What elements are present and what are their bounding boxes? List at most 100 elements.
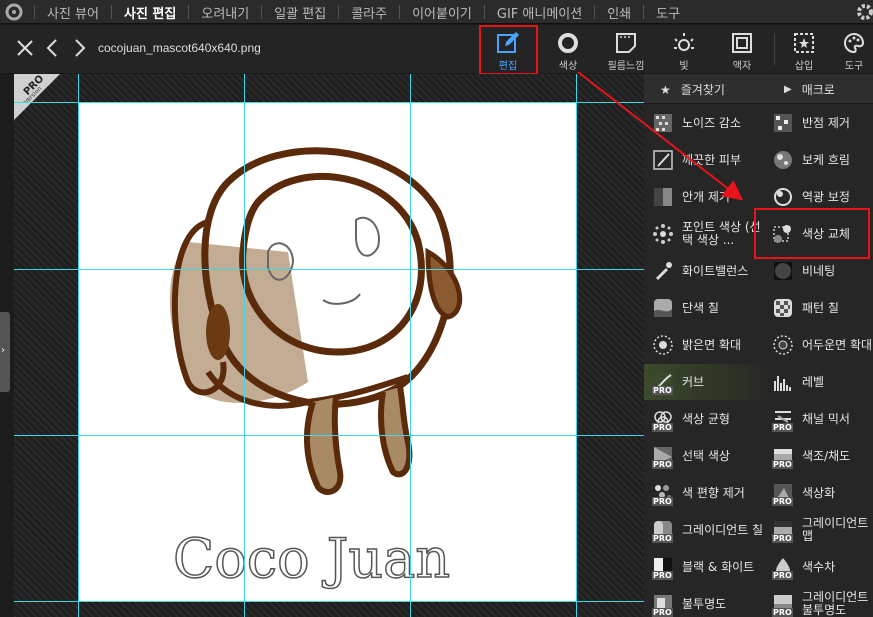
filter-item[interactable]: PRO 색수차 <box>772 549 873 585</box>
colorize-icon: PRO <box>772 482 794 506</box>
gradient-opacity-icon: PRO <box>772 593 794 617</box>
color-balance-icon: PRO <box>652 408 674 432</box>
pro-tag: PRO <box>772 423 793 432</box>
guide-vertical[interactable] <box>576 74 577 617</box>
macro-tab[interactable]: ▶ 매크로 <box>784 81 835 98</box>
photo-image[interactable]: Coco Juan <box>78 102 577 601</box>
panel-header: ★ 즐겨찾기 ▶ 매크로 <box>644 74 873 104</box>
hue-saturation-icon: PRO <box>772 445 794 469</box>
tool-color-label: 색상 <box>558 61 578 72</box>
filter-label: 비네팅 <box>802 263 836 278</box>
filter-item[interactable]: PRO 색상화 <box>772 475 873 511</box>
menu-items: 사진 뷰어 사진 편집 오려내기 일괄 편집 콜라주 이어붙이기 GIF 애니메… <box>34 0 692 24</box>
filter-label: 역광 보정 <box>802 189 850 204</box>
close-icon[interactable] <box>14 37 36 59</box>
filter-label: 색수차 <box>802 559 836 574</box>
filter-item[interactable]: 보케 흐림 <box>772 142 873 178</box>
filter-label: 깨끗한 피부 <box>682 152 742 167</box>
pro-tag: PRO <box>652 608 673 617</box>
next-arrow-icon[interactable] <box>68 37 90 59</box>
menu-item-photo-edit[interactable]: 사진 편집 <box>112 3 188 22</box>
channel-mixer-icon: PRO <box>772 408 794 432</box>
pattern-fill-icon <box>772 297 794 319</box>
guide-vertical[interactable] <box>244 74 245 617</box>
guide-horizontal[interactable] <box>14 102 644 103</box>
filter-item[interactable]: PRO 불투명도 <box>652 586 770 617</box>
annotation-highlight-color-replace <box>754 208 870 259</box>
filter-item[interactable]: PRO 색 편향 제거 <box>652 475 770 511</box>
guide-horizontal[interactable] <box>14 435 644 436</box>
guide-vertical[interactable] <box>78 74 79 617</box>
tool-film[interactable]: 필름느낌 <box>598 28 654 72</box>
menu-item-photo-viewer[interactable]: 사진 뷰어 <box>35 3 111 22</box>
noise-icon <box>652 112 674 134</box>
filter-item[interactable]: PRO 블랙 & 화이트 <box>652 549 770 585</box>
guide-horizontal[interactable] <box>14 269 644 270</box>
filter-item[interactable]: 단색 칠 <box>652 290 770 326</box>
filter-label: 그레이디언트 불투명도 <box>802 590 869 617</box>
filter-item[interactable]: 화이트밸런스 <box>652 253 770 289</box>
tool-tools-label: 도구 <box>844 61 864 72</box>
pro-tag: PRO <box>772 608 793 617</box>
filter-item[interactable]: PRO 색조/채도 <box>772 438 873 474</box>
filter-item[interactable]: PRO 그레이디언트 맵 <box>772 512 873 548</box>
menu-item-cutout[interactable]: 오려내기 <box>189 3 261 22</box>
menu-item-batch-edit[interactable]: 일괄 편집 <box>262 3 338 22</box>
toolbar-separator <box>774 33 775 65</box>
menu-item-collage[interactable]: 콜라주 <box>339 3 399 22</box>
filter-item[interactable]: 깨끗한 피부 <box>652 142 770 178</box>
filter-item[interactable]: PRO 그레이디언트 불투명도 <box>772 586 873 617</box>
curve-icon: PRO <box>652 371 674 395</box>
sun-icon <box>674 33 694 51</box>
tool-tools[interactable]: 도구 <box>834 28 873 72</box>
menu-item-combine[interactable]: 이어붙이기 <box>400 3 484 22</box>
macro-label: 매크로 <box>801 83 835 97</box>
filter-item[interactable]: 노이즈 감소 <box>652 105 770 141</box>
filter-item[interactable]: 안개 제거 <box>652 179 770 215</box>
filter-item[interactable]: 어두운면 확대 <box>772 327 873 363</box>
toolbar: cocojuan_mascot640x640.png 편집 색상 필름느낌 빛 <box>0 25 873 73</box>
insert-star-icon <box>794 33 814 53</box>
filter-label: 블랙 & 화이트 <box>682 559 755 574</box>
menu-item-tools[interactable]: 도구 <box>644 3 692 22</box>
filter-item[interactable]: 포인트 색상 (선택 색상 ... <box>652 216 770 252</box>
tool-color[interactable]: 색상 <box>540 28 596 72</box>
side-panel-toggle[interactable]: › <box>0 312 10 392</box>
filter-panel: ★ 즐겨찾기 ▶ 매크로 노이즈 감소 반점 제거깨끗한 피부 보케 흐림 안개 제거… <box>644 74 873 617</box>
filter-item[interactable]: PRO 선택 색상 <box>652 438 770 474</box>
guide-vertical[interactable] <box>410 74 411 617</box>
filter-item[interactable]: 패턴 칠 <box>772 290 873 326</box>
filter-item[interactable]: PRO 커브 <box>644 364 770 400</box>
menu-item-print[interactable]: 인쇄 <box>595 3 643 22</box>
settings-gear-icon[interactable] <box>851 1 873 23</box>
tool-light[interactable]: 빛 <box>656 28 712 72</box>
app-logo-icon[interactable] <box>4 2 24 22</box>
pro-tag: PRO <box>652 423 673 432</box>
filter-item[interactable]: PRO 그레이디언트 칠 <box>652 512 770 548</box>
filter-item[interactable]: 레벨 <box>772 364 873 400</box>
tool-frame[interactable]: 액자 <box>714 28 770 72</box>
filter-label: 단색 칠 <box>682 300 719 315</box>
pro-tag: PRO <box>652 534 673 543</box>
pro-tag: PRO <box>772 497 793 506</box>
menu-item-gif-animation[interactable]: GIF 애니메이션 <box>485 3 594 22</box>
pro-tag: PRO <box>772 571 793 580</box>
opacity-icon: PRO <box>652 593 674 617</box>
filter-label: 패턴 칠 <box>802 300 839 315</box>
vignette-icon <box>772 260 794 282</box>
favorites-tab[interactable]: ★ 즐겨찾기 <box>660 81 725 98</box>
filter-item[interactable]: 반점 제거 <box>772 105 873 141</box>
previous-arrow-icon[interactable] <box>42 37 64 59</box>
gradient-map-icon: PRO <box>772 519 794 543</box>
filter-label: 그레이디언트 맵 <box>802 516 869 543</box>
filter-item[interactable]: PRO 색상 균형 <box>652 401 770 437</box>
color-cast-icon: PRO <box>652 482 674 506</box>
chevron-right-icon: › <box>1 345 5 356</box>
tool-insert[interactable]: 삽입 <box>776 28 832 72</box>
tool-light-label: 빛 <box>679 61 689 72</box>
filter-label: 불투명도 <box>682 596 727 611</box>
guide-horizontal[interactable] <box>14 601 644 602</box>
filter-item[interactable]: 밝은면 확대 <box>652 327 770 363</box>
filter-item[interactable]: PRO 채널 믹서 <box>772 401 873 437</box>
tool-insert-label: 삽입 <box>794 61 814 72</box>
